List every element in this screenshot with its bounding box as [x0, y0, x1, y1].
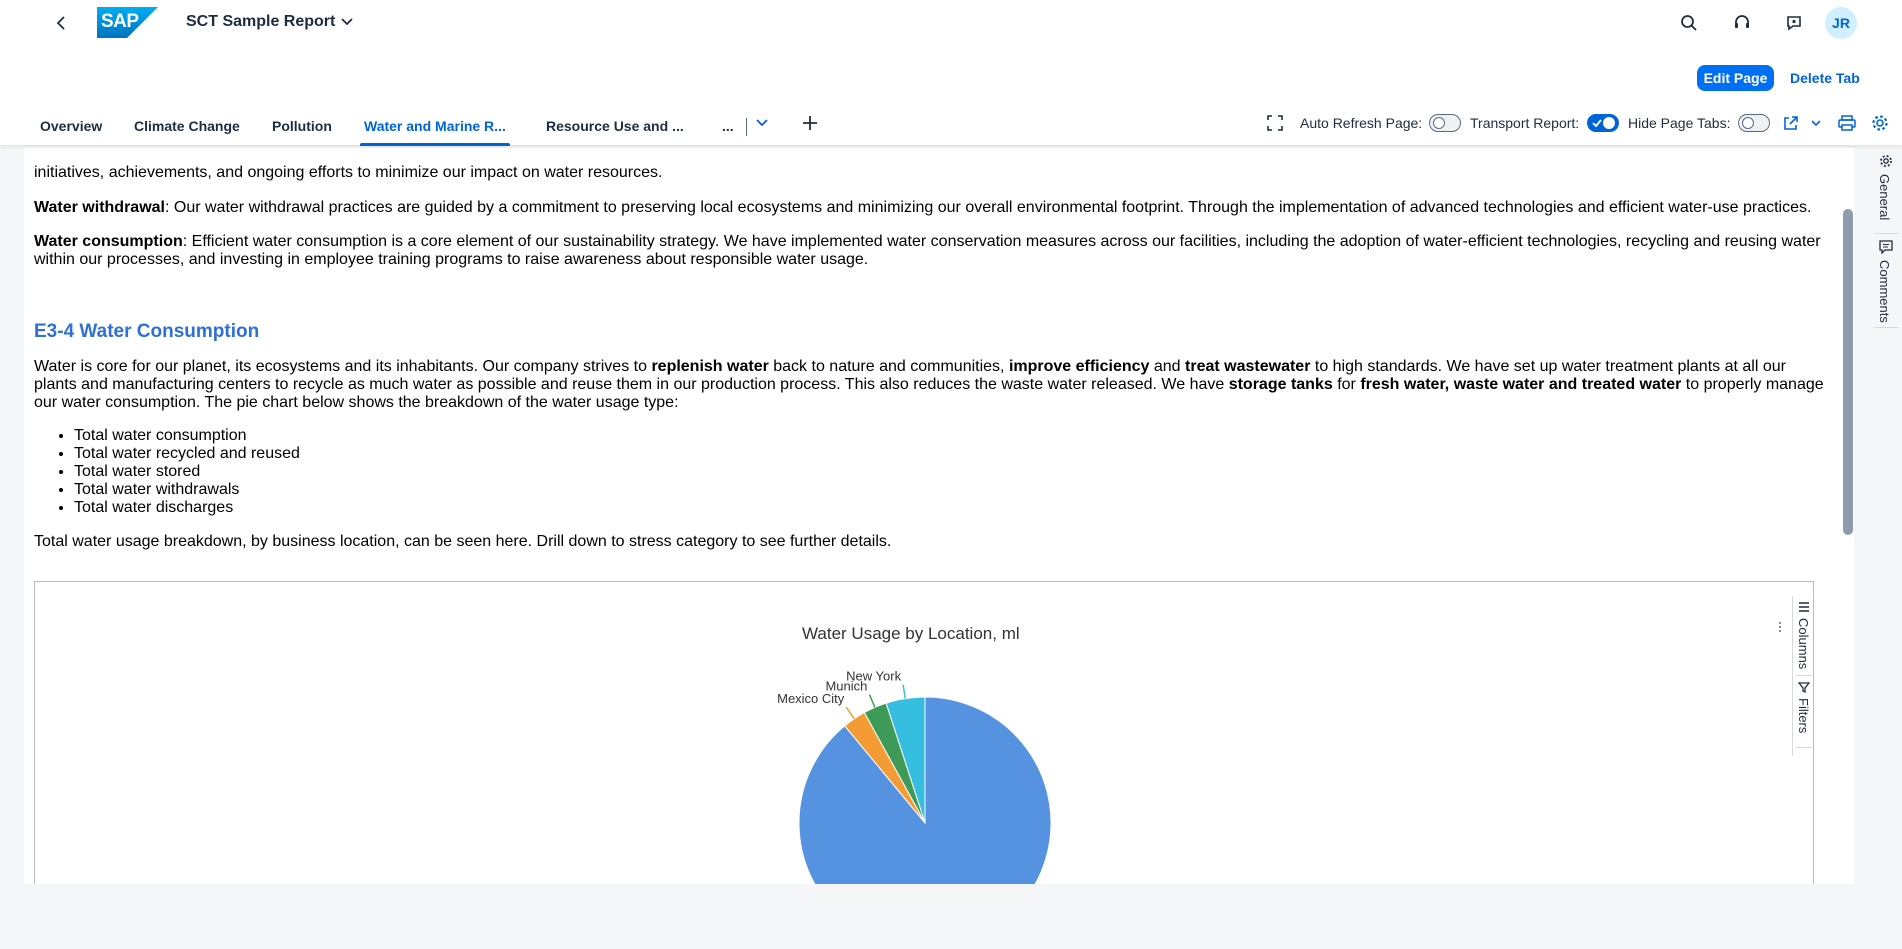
comments-tab[interactable]: Comments	[1874, 238, 1898, 328]
app-title: SCT Sample Report	[186, 13, 336, 30]
comments-label: Comments	[1877, 260, 1892, 323]
auto-refresh-switch[interactable]	[1429, 114, 1461, 132]
chevron-down-icon	[1811, 119, 1821, 126]
support-button[interactable]	[1726, 7, 1758, 39]
filters-label: Filters	[1796, 698, 1811, 734]
paragraph-water-withdrawal: Water withdrawal: Our water withdrawal p…	[34, 199, 1824, 217]
section-heading: E3-4 Water Consumption	[34, 321, 260, 342]
paragraph-breakdown: Total water usage breakdown, by business…	[34, 533, 892, 550]
term-water-withdrawal: Water withdrawal	[34, 199, 165, 216]
tab-overview[interactable]: Overview	[40, 106, 102, 146]
right-side-panel: General Comments	[1868, 150, 1902, 350]
search-button[interactable]	[1673, 7, 1705, 39]
tab-resource-use[interactable]: Resource Use and ...	[546, 106, 684, 146]
notifications-button[interactable]	[1778, 7, 1810, 39]
search-icon	[1681, 15, 1697, 31]
print-icon	[1838, 115, 1856, 131]
transport-report-switch[interactable]	[1587, 114, 1619, 132]
chevron-down-icon	[756, 119, 768, 127]
plus-icon	[803, 116, 817, 130]
general-label: General	[1877, 174, 1892, 221]
edit-page-button[interactable]: Edit Page	[1697, 65, 1774, 91]
feedback-icon	[1787, 16, 1801, 31]
gear-icon	[1880, 155, 1892, 167]
sap-logo-text: SAP	[101, 11, 139, 32]
paragraph-water-resources-tail: initiatives, achievements, and ongoing e…	[34, 164, 663, 181]
intro-bold-2: improve efficiency	[1008, 358, 1150, 375]
user-avatar[interactable]: JR	[1825, 7, 1857, 39]
page-header	[0, 46, 1902, 106]
scrollbar-thumb[interactable]	[1843, 209, 1853, 535]
checkmark-icon	[1592, 119, 1602, 128]
headset-icon	[1735, 15, 1749, 28]
tab-pollution[interactable]: Pollution	[272, 106, 332, 146]
filters-tab[interactable]: Filters	[1795, 678, 1813, 748]
pie-label-leader	[868, 694, 876, 708]
columns-icon	[1799, 602, 1809, 612]
list-item: Total water recycled and reused	[74, 445, 300, 463]
general-tab[interactable]: General	[1874, 152, 1898, 234]
switch-knob	[1433, 117, 1445, 129]
sap-logo[interactable]: SAP	[97, 7, 158, 38]
page-footer-band	[0, 884, 1902, 949]
intro-text-5: for	[1332, 376, 1361, 393]
chevron-left-icon	[56, 16, 65, 30]
list-item: Total water consumption	[74, 427, 300, 445]
columns-tab[interactable]: Columns	[1795, 596, 1813, 676]
paragraph-water-consumption: Water consumption: Efficient water consu…	[34, 233, 1824, 269]
fullscreen-button[interactable]	[1264, 112, 1286, 134]
transport-report-label: Transport Report:	[1470, 115, 1580, 131]
filter-icon	[1798, 682, 1810, 693]
term-water-consumption: Water consumption	[34, 233, 183, 250]
tab-separator	[746, 118, 747, 136]
text-water-withdrawal: : Our water withdrawal practices are gui…	[164, 199, 1812, 216]
pie-slice-other[interactable]	[798, 696, 1052, 884]
delete-tab-button[interactable]: Delete Tab	[1784, 65, 1866, 91]
pie-label-leader	[845, 706, 855, 720]
pie-label-mexico-city: Mexico City	[777, 691, 845, 706]
hide-page-tabs-switch[interactable]	[1738, 114, 1770, 132]
add-tab-button[interactable]	[799, 112, 821, 134]
intro-bold-3: treat wastewater	[1185, 358, 1311, 375]
paragraph-intro: Water is core for our planet, its ecosys…	[34, 358, 1824, 412]
list-item: Total water stored	[74, 463, 300, 481]
water-usage-list: Total water consumption Total water recy…	[34, 427, 300, 517]
shell-bar: SAP SCT Sample Report JR	[0, 0, 1902, 46]
chart-more-icon[interactable]	[1778, 620, 1782, 632]
switch-knob	[1742, 117, 1754, 129]
fullscreen-icon	[1267, 115, 1283, 131]
intro-bold-4: storage tanks	[1228, 376, 1333, 393]
share-icon	[1784, 116, 1798, 130]
share-menu-button[interactable]	[1805, 112, 1827, 134]
text-water-consumption: : Efficient water consumption is a core …	[34, 233, 1821, 268]
chart-side-tabs: Columns Filters	[1792, 596, 1813, 756]
pie-chart[interactable]: New YorkMunichMexico City	[760, 660, 1060, 884]
hide-page-tabs-label: Hide Page Tabs:	[1628, 115, 1731, 131]
print-button[interactable]	[1836, 112, 1858, 134]
pie-label-leader	[902, 684, 907, 699]
list-item: Total water discharges	[74, 499, 300, 517]
chart-title: Water Usage by Location, ml	[802, 624, 1020, 643]
intro-bold-5: fresh water, waste water and treated wat…	[1360, 376, 1682, 393]
intro-bold-1: replenish water	[651, 358, 769, 375]
share-button[interactable]	[1780, 112, 1802, 134]
tab-overflow-more[interactable]: ...	[722, 106, 734, 146]
intro-text-3: and	[1149, 358, 1186, 375]
tab-overflow-button[interactable]	[751, 112, 773, 134]
gear-icon	[1872, 115, 1888, 131]
app-title-menu[interactable]: SCT Sample Report	[186, 13, 353, 31]
settings-button[interactable]	[1869, 112, 1891, 134]
list-item: Total water withdrawals	[74, 481, 300, 499]
columns-label: Columns	[1796, 618, 1811, 670]
chevron-down-icon	[341, 18, 353, 26]
tab-climate-change[interactable]: Climate Change	[134, 106, 240, 146]
comment-icon	[1879, 240, 1893, 254]
intro-text-1: Water is core for our planet, its ecosys…	[34, 358, 652, 375]
auto-refresh-label: Auto Refresh Page:	[1300, 115, 1423, 131]
intro-text-2: back to nature and communities,	[768, 358, 1009, 375]
tab-water-and-marine[interactable]: Water and Marine R...	[360, 106, 510, 146]
back-button[interactable]	[50, 11, 74, 35]
switch-knob	[1603, 117, 1615, 129]
